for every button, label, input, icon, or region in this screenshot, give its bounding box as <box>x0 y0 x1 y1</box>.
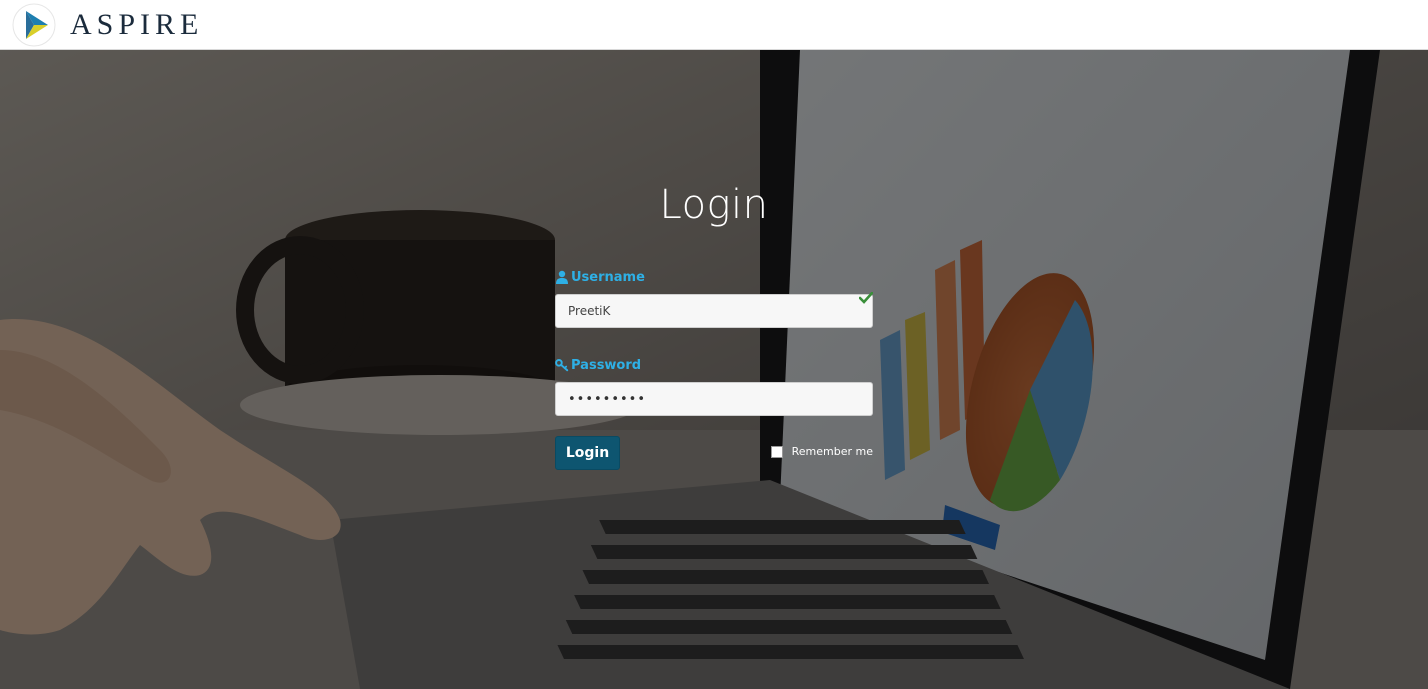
form-actions: Login Remember me <box>555 436 873 470</box>
user-icon <box>556 270 568 284</box>
password-input[interactable]: ••••••••• <box>555 382 873 416</box>
remember-me[interactable]: Remember me <box>770 445 873 458</box>
remember-me-checkbox[interactable] <box>770 445 783 458</box>
remember-me-label: Remember me <box>791 445 873 458</box>
page-title: Login <box>659 182 769 228</box>
login-button[interactable]: Login <box>555 436 620 470</box>
password-value: ••••••••• <box>568 391 647 407</box>
key-icon <box>555 359 569 372</box>
top-header: ASPIRE <box>0 0 1428 50</box>
username-input[interactable]: PreetiK <box>555 292 873 328</box>
password-label-text: Password <box>571 357 642 373</box>
login-form: Username PreetiK Password ••••••••• Logi… <box>555 268 873 470</box>
username-value: PreetiK <box>568 304 611 318</box>
password-label: Password <box>555 356 873 374</box>
aspire-logo-icon <box>12 3 56 47</box>
brand-name: ASPIRE <box>70 8 204 41</box>
hero-background: Login Username PreetiK Password ••••••••… <box>0 50 1428 689</box>
username-label-text: Username <box>571 269 645 285</box>
brand-logo[interactable]: ASPIRE <box>12 3 203 47</box>
username-label: Username <box>555 268 873 286</box>
checkmark-icon <box>859 292 873 304</box>
